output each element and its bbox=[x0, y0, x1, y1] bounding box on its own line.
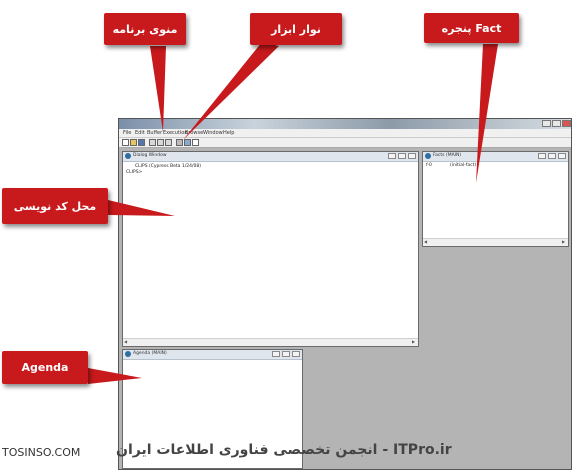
agenda-callout-pointer bbox=[88, 368, 142, 384]
footer-site-name: TOSINSO.COM bbox=[2, 446, 81, 459]
callout-fact-window: پنجره Fact bbox=[424, 13, 519, 43]
callout-program-menu: منوی برنامه bbox=[104, 13, 186, 45]
toolbar-callout-pointer bbox=[183, 42, 279, 140]
footer-watermark: ITPro.ir - انجمن تخصصی فناوری اطلاعات ای… bbox=[116, 442, 452, 458]
callout-pointers bbox=[88, 42, 498, 384]
callout-agenda: Agenda bbox=[2, 351, 88, 384]
code-callout-pointer bbox=[108, 200, 175, 216]
fact-callout-pointer bbox=[476, 44, 498, 183]
callout-toolbar: نوار ابزار bbox=[250, 13, 342, 45]
menu-callout-pointer bbox=[150, 46, 166, 132]
callout-code-area: محل کد نویسی bbox=[2, 188, 108, 224]
